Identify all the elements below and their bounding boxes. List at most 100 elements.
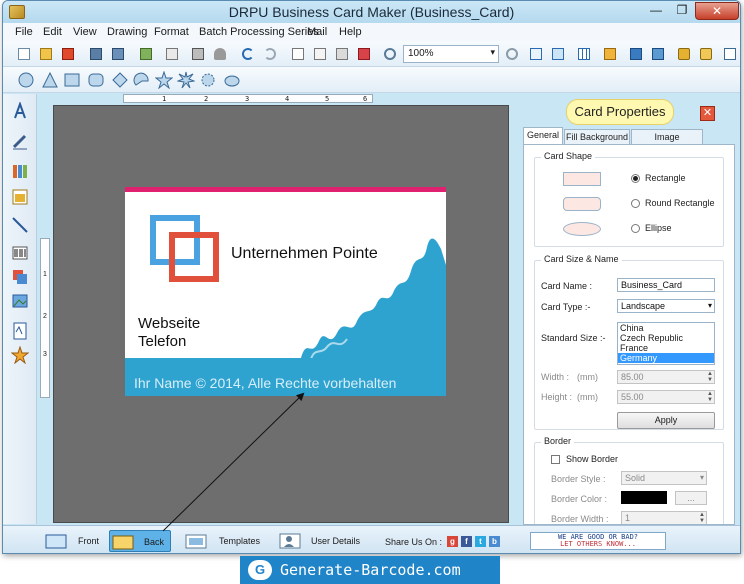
tab-fill-background[interactable]: Fill Background xyxy=(564,129,630,145)
cut-icon[interactable] xyxy=(311,45,329,63)
share-icon[interactable]: b xyxy=(489,536,500,547)
pencil-tool-icon[interactable] xyxy=(11,132,29,150)
properties-icon[interactable] xyxy=(163,45,181,63)
tab-general[interactable]: General xyxy=(523,127,563,145)
text-tool-icon[interactable] xyxy=(11,102,29,120)
rounded-square-shape-icon[interactable] xyxy=(87,71,105,89)
line-tool-icon[interactable] xyxy=(11,216,29,234)
apply-button[interactable]: Apply xyxy=(617,412,715,429)
gear-shape-icon[interactable] xyxy=(199,71,217,89)
twitter-icon[interactable]: t xyxy=(475,536,486,547)
facebook-icon[interactable]: f xyxy=(461,536,472,547)
feedback-button[interactable]: WE ARE GOOD OR BAD? LET OTHERS KNOW... xyxy=(530,532,666,550)
standard-size-list[interactable]: China Czech Republic France Germany xyxy=(617,322,715,365)
tab-image-processing[interactable]: Image Processing xyxy=(631,129,703,156)
width-input[interactable]: 85.00 ▲ ▼ xyxy=(617,370,715,384)
barcode-tool-icon[interactable] xyxy=(11,244,29,262)
burst-shape-icon[interactable] xyxy=(177,71,195,89)
height-input[interactable]: 55.00 ▲ ▼ xyxy=(617,390,715,404)
signature-tool-icon[interactable] xyxy=(11,322,29,340)
round-rectangle-radio[interactable] xyxy=(631,199,640,208)
diamond-shape-icon[interactable] xyxy=(111,71,129,89)
front-button[interactable]: Front xyxy=(41,530,105,552)
star-shape-icon[interactable] xyxy=(155,71,173,89)
grid-icon[interactable] xyxy=(575,45,593,63)
google-plus-icon[interactable]: g xyxy=(447,536,458,547)
arc-shape-icon[interactable] xyxy=(133,71,151,89)
border-style-select[interactable]: Solid ▾ xyxy=(621,471,707,485)
chevron-down-icon: ▾ xyxy=(707,301,712,310)
maximize-button[interactable]: ❐ xyxy=(669,2,695,20)
triangle-shape-icon[interactable] xyxy=(41,71,59,89)
list-item[interactable]: France xyxy=(618,343,714,353)
border-width-input[interactable]: 1 ▲ ▼ xyxy=(621,511,707,524)
list-item[interactable]: China xyxy=(618,323,714,333)
window-icon[interactable] xyxy=(721,45,739,63)
menu-batch-processing[interactable]: Batch Processing Series xyxy=(199,26,319,38)
copy-icon[interactable] xyxy=(333,45,351,63)
menu-format[interactable]: Format xyxy=(154,26,189,38)
picture-tool-icon[interactable] xyxy=(11,292,29,310)
round-rectangle-preview xyxy=(563,197,601,211)
open-icon[interactable] xyxy=(37,45,55,63)
export-icon[interactable] xyxy=(137,45,155,63)
ellipse-radio[interactable] xyxy=(631,224,640,233)
zoom-in-icon[interactable] xyxy=(381,45,399,63)
watermark-tool-icon[interactable] xyxy=(11,268,29,286)
card-type-select[interactable]: Landscape ▾ xyxy=(617,299,715,313)
card-name-input[interactable]: Business_Card xyxy=(617,278,715,292)
zoom-out-icon[interactable] xyxy=(503,45,521,63)
print-icon[interactable] xyxy=(189,45,207,63)
close-file-icon[interactable] xyxy=(59,45,77,63)
website-banner[interactable]: G Generate-Barcode.com xyxy=(240,556,500,584)
list-item[interactable]: Czech Republic xyxy=(618,333,714,343)
spinner-icon[interactable]: ▲ ▼ xyxy=(707,371,713,383)
zoom-select[interactable]: 100% ▾ xyxy=(403,45,499,63)
new-page-icon[interactable] xyxy=(289,45,307,63)
border-color-swatch[interactable] xyxy=(621,491,667,504)
back-button[interactable]: Back xyxy=(109,530,171,552)
redo-icon[interactable] xyxy=(261,45,279,63)
save-as-icon[interactable] xyxy=(109,45,127,63)
show-border-checkbox[interactable] xyxy=(551,455,560,464)
spinner-icon[interactable]: ▲ ▼ xyxy=(699,512,705,524)
menu-mail[interactable]: Mail xyxy=(307,26,327,38)
undo-icon[interactable] xyxy=(239,45,257,63)
shape-toolbar xyxy=(3,67,740,93)
menu-view[interactable]: View xyxy=(73,26,97,38)
rectangle-radio[interactable] xyxy=(631,174,640,183)
lock-icon[interactable] xyxy=(675,45,693,63)
close-button[interactable]: ✕ xyxy=(695,2,739,20)
menu-edit[interactable]: Edit xyxy=(43,26,62,38)
unlock-icon[interactable] xyxy=(697,45,715,63)
actual-size-icon[interactable] xyxy=(527,45,545,63)
send-back-icon[interactable] xyxy=(649,45,667,63)
menu-help[interactable]: Help xyxy=(339,26,362,38)
menu-bar: File Edit View Drawing Format Batch Proc… xyxy=(3,23,740,41)
user-details-icon xyxy=(279,533,301,549)
circle-shape-icon[interactable] xyxy=(17,71,35,89)
menu-drawing[interactable]: Drawing xyxy=(107,26,147,38)
cloud-shape-icon[interactable] xyxy=(223,71,241,89)
vertical-ruler: 1 2 3 xyxy=(40,238,50,398)
save-icon[interactable] xyxy=(87,45,105,63)
bring-front-icon[interactable] xyxy=(627,45,645,63)
new-icon[interactable] xyxy=(15,45,33,63)
business-card[interactable]: Unternehmen Pointe Webseite Telefon Ihr … xyxy=(125,187,446,396)
minimize-button[interactable]: — xyxy=(643,2,669,20)
image-tool-icon[interactable] xyxy=(11,188,29,206)
image-export-icon[interactable] xyxy=(601,45,619,63)
list-item-selected[interactable]: Germany xyxy=(618,353,714,363)
templates-button[interactable]: Templates xyxy=(183,530,267,552)
user-details-button[interactable]: User Details xyxy=(277,530,367,552)
border-color-more-button[interactable]: ... xyxy=(675,491,707,505)
delete-icon[interactable] xyxy=(355,45,373,63)
spinner-icon[interactable]: ▲ ▼ xyxy=(707,391,713,403)
database-icon[interactable] xyxy=(211,45,229,63)
star-tool-icon[interactable] xyxy=(11,346,29,364)
menu-file[interactable]: File xyxy=(15,26,33,38)
library-tool-icon[interactable] xyxy=(11,162,29,180)
square-shape-icon[interactable] xyxy=(63,71,81,89)
fit-page-icon[interactable] xyxy=(549,45,567,63)
close-icon[interactable]: ✕ xyxy=(700,106,715,121)
